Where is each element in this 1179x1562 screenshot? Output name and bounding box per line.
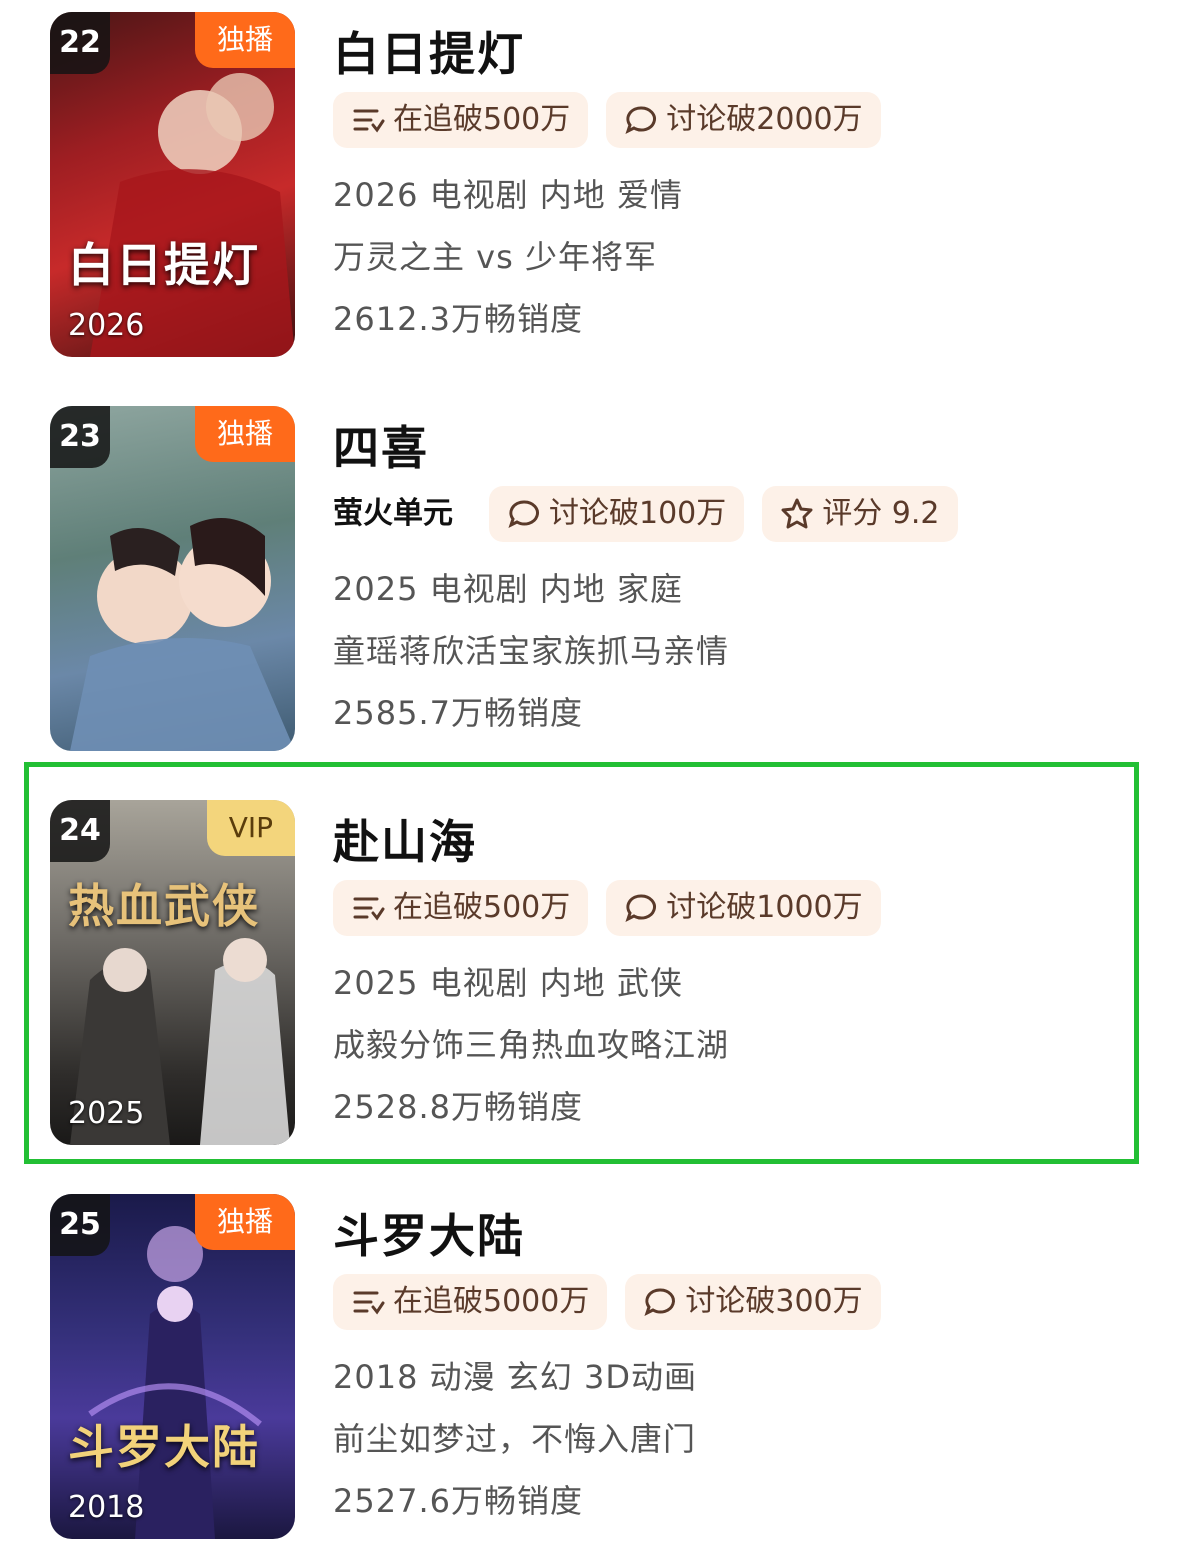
- poster-year: 2018: [68, 1490, 145, 1525]
- tag-label: 讨论破1000万: [666, 890, 863, 925]
- poster-title: 斗罗大陆: [68, 1420, 260, 1474]
- poster-year: 2026: [68, 308, 145, 343]
- tag-label: 讨论破2000万: [666, 102, 863, 137]
- poster-image[interactable]: 热血武侠 24 VIP 2025: [50, 800, 295, 1145]
- list-item[interactable]: 23 独播 四喜 萤火单元 讨论破100万 评分 9.2 2025 电视剧 内地…: [0, 394, 1179, 754]
- follow-list-icon: [353, 1291, 385, 1315]
- list-item[interactable]: 斗罗大陆 25 独播 2018 斗罗大陆 在追破5000万 讨论破300万 20…: [0, 1182, 1179, 1542]
- tag-label: 在追破5000万: [393, 1284, 590, 1319]
- comment-icon: [625, 106, 657, 134]
- follow-tag: 在追破500万: [333, 92, 589, 148]
- discussion-tag: 讨论破100万: [489, 486, 745, 542]
- comment-icon: [508, 500, 539, 528]
- tag-label: 讨论破100万: [549, 496, 727, 531]
- comment-icon: [644, 1288, 676, 1316]
- exclusive-badge: 独播: [194, 1194, 295, 1250]
- rank-badge: 24: [50, 800, 110, 862]
- poster-year: 2025: [68, 1096, 145, 1131]
- poster-title: 热血武侠: [68, 879, 260, 933]
- rating-tag: 评分 9.2: [762, 486, 958, 542]
- exclusive-badge: 独播: [194, 406, 295, 462]
- follow-tag: 在追破500万: [333, 880, 589, 936]
- follow-list-icon: [353, 897, 385, 921]
- discussion-tag: 讨论破300万: [625, 1274, 881, 1330]
- series-tag: 萤火单元: [333, 486, 471, 542]
- tag-row: 在追破5000万 讨论破300万: [333, 1274, 881, 1330]
- discussion-tag: 讨论破2000万: [606, 92, 881, 148]
- tag-label: 萤火单元: [333, 496, 453, 531]
- rank-badge: 22: [50, 12, 110, 74]
- description-line: 万灵之主 vs 少年将军: [333, 238, 657, 276]
- follow-tag: 在追破5000万: [333, 1274, 608, 1330]
- discussion-tag: 讨论破1000万: [606, 880, 881, 936]
- star-icon: [781, 498, 813, 529]
- tag-label: 在追破500万: [393, 102, 571, 137]
- tag-label: 评分 9.2: [822, 496, 940, 531]
- sales-line: 2585.7万畅销度: [333, 694, 583, 732]
- sales-line: 2528.8万畅销度: [333, 1088, 583, 1126]
- info-line: 2025 电视剧 内地 武侠: [333, 964, 683, 1002]
- poster-image[interactable]: 斗罗大陆 25 独播 2018: [50, 1194, 295, 1539]
- poster-title: 白日提灯: [68, 238, 260, 292]
- tag-label: 讨论破300万: [685, 1284, 863, 1319]
- follow-list-icon: [353, 109, 385, 133]
- exclusive-badge: 独播: [194, 12, 295, 68]
- info-line: 2018 动漫 玄幻 3D动画: [333, 1358, 697, 1396]
- sales-line: 2527.6万畅销度: [333, 1482, 583, 1520]
- poster-image[interactable]: 23 独播: [50, 406, 295, 751]
- description-line: 前尘如梦过，不悔入唐门: [333, 1420, 697, 1458]
- tag-label: 在追破500万: [393, 890, 571, 925]
- rank-badge: 23: [50, 406, 110, 468]
- item-title[interactable]: 白日提灯: [333, 18, 525, 84]
- rank-badge: 25: [50, 1194, 110, 1256]
- list-item[interactable]: 22 独播 白日提灯 2026 白日提灯 在追破500万 讨论破2000万 20…: [0, 0, 1179, 360]
- description-line: 成毅分饰三角热血攻略江湖: [333, 1026, 730, 1064]
- description-line: 童瑶蒋欣活宝家族抓马亲情: [333, 632, 730, 670]
- item-title[interactable]: 四喜: [333, 412, 429, 478]
- tag-row: 萤火单元 讨论破100万 评分 9.2: [333, 486, 958, 542]
- tag-row: 在追破500万 讨论破1000万: [333, 880, 881, 936]
- info-line: 2026 电视剧 内地 爱情: [333, 176, 683, 214]
- info-line: 2025 电视剧 内地 家庭: [333, 570, 683, 608]
- tag-row: 在追破500万 讨论破2000万: [333, 92, 881, 148]
- poster-image[interactable]: 22 独播 白日提灯 2026: [50, 12, 295, 357]
- sales-line: 2612.3万畅销度: [333, 300, 583, 338]
- item-title[interactable]: 斗罗大陆: [333, 1200, 525, 1266]
- list-item[interactable]: 热血武侠 24 VIP 2025 赴山海 在追破500万 讨论破1000万 20…: [0, 788, 1179, 1148]
- comment-icon: [625, 894, 657, 922]
- vip-badge: VIP: [206, 800, 295, 856]
- item-title[interactable]: 赴山海: [333, 806, 477, 872]
